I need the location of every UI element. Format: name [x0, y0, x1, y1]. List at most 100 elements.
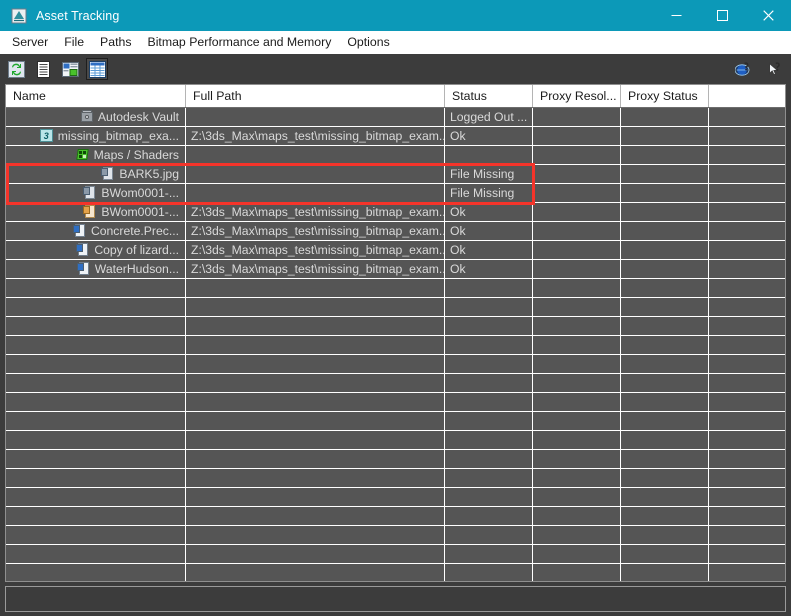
status-bar — [5, 586, 786, 612]
grid-body[interactable]: Autodesk Vault Logged Out ... 3 missing_bit… — [6, 108, 785, 581]
help-web-icon[interactable] — [732, 58, 754, 80]
table-row-empty[interactable] — [6, 336, 785, 355]
cell-empty — [6, 279, 186, 297]
menu-item-file[interactable]: File — [56, 33, 92, 52]
bitmap-file-icon — [72, 224, 87, 238]
cell-empty — [445, 355, 533, 373]
help-cursor-icon[interactable] — [763, 58, 785, 80]
cell-empty — [709, 507, 785, 525]
window-title: Asset Tracking — [36, 8, 120, 23]
column-header-full-path[interactable]: Full Path — [186, 85, 445, 107]
cell-name[interactable]: BWom0001-... — [6, 184, 186, 202]
cell-empty — [186, 317, 445, 335]
cell-empty — [709, 545, 785, 563]
list-view-icon[interactable] — [32, 58, 54, 80]
table-row-empty[interactable] — [6, 374, 785, 393]
cell-empty — [186, 507, 445, 525]
column-header-proxy-status[interactable]: Proxy Status — [621, 85, 709, 107]
cell-name[interactable]: Maps / Shaders — [6, 146, 186, 164]
table-row[interactable]: BWom0001-... Z:\3ds_Max\maps_test\missing… — [6, 203, 785, 222]
refresh-icon[interactable] — [5, 58, 27, 80]
table-row-empty[interactable] — [6, 545, 785, 564]
table-row-empty[interactable] — [6, 507, 785, 526]
menu-item-server[interactable]: Server — [4, 33, 56, 52]
minimize-button[interactable] — [653, 0, 699, 31]
cell-proxy-status — [621, 203, 709, 221]
cell-name[interactable]: Copy of lizard... — [6, 241, 186, 259]
cell-empty — [186, 336, 445, 354]
cell-empty — [186, 431, 445, 449]
table-row-empty[interactable] — [6, 564, 785, 581]
menu-item-options[interactable]: Options — [339, 33, 397, 52]
table-row-empty[interactable] — [6, 355, 785, 374]
cell-name[interactable]: BWom0001-... — [6, 203, 186, 221]
cell-empty — [445, 298, 533, 316]
grid-view-icon[interactable] — [86, 58, 108, 80]
cell-empty — [709, 317, 785, 335]
cell-empty — [6, 526, 186, 544]
cell-empty — [621, 317, 709, 335]
cell-name[interactable]: Concrete.Prec... — [6, 222, 186, 240]
table-row[interactable]: Autodesk Vault Logged Out ... — [6, 108, 785, 127]
cell-empty — [709, 450, 785, 468]
table-row-empty[interactable] — [6, 412, 785, 431]
table-row[interactable]: BWom0001-... File Missing — [6, 184, 785, 203]
cell-proxy-resolution — [533, 260, 621, 278]
table-row-empty[interactable] — [6, 298, 785, 317]
table-row-empty[interactable] — [6, 469, 785, 488]
cell-name[interactable]: WaterHudson... — [6, 260, 186, 278]
asset-tracking-window: Asset Tracking Server File Paths Bitmap … — [0, 0, 791, 616]
menu-item-bitmap-performance-and-memory[interactable]: Bitmap Performance and Memory — [140, 33, 340, 52]
cell-empty — [621, 393, 709, 411]
table-row-empty[interactable] — [6, 393, 785, 412]
table-row[interactable]: BARK5.jpg File Missing — [6, 165, 785, 184]
bitmap-file-icon — [76, 243, 90, 257]
cell-empty — [533, 279, 621, 297]
title-bar: Asset Tracking — [0, 0, 791, 31]
cell-empty — [533, 526, 621, 544]
close-button[interactable] — [745, 0, 791, 31]
cell-empty — [621, 545, 709, 563]
menu-bar: Server File Paths Bitmap Performance and… — [0, 31, 791, 54]
table-row-empty[interactable] — [6, 526, 785, 545]
grid-header-row: Name Full Path Status Proxy Resol... Pro… — [6, 85, 785, 108]
asset-name-label: BWom0001-... — [101, 186, 179, 200]
cell-empty — [445, 412, 533, 430]
cell-empty — [6, 355, 186, 373]
cell-empty — [186, 355, 445, 373]
cell-name[interactable]: BARK5.jpg — [6, 165, 186, 183]
cell-spare — [709, 203, 785, 221]
table-row-empty[interactable] — [6, 317, 785, 336]
cell-empty — [445, 336, 533, 354]
asset-name-label: Concrete.Prec... — [90, 224, 179, 238]
cell-status: Ok — [445, 222, 533, 240]
cell-spare — [709, 165, 785, 183]
cell-proxy-status — [621, 146, 709, 164]
cell-empty — [186, 412, 445, 430]
maximize-button[interactable] — [699, 0, 745, 31]
table-row[interactable]: Maps / Shaders — [6, 146, 785, 165]
paths-view-icon[interactable] — [59, 58, 81, 80]
cell-proxy-status — [621, 127, 709, 145]
table-row-empty[interactable] — [6, 488, 785, 507]
column-header-spare[interactable] — [709, 85, 785, 107]
table-row-empty[interactable] — [6, 450, 785, 469]
column-header-name[interactable]: Name — [6, 85, 186, 107]
cell-name[interactable]: 3 missing_bitmap_exa... — [6, 127, 186, 145]
cell-empty — [6, 336, 186, 354]
table-row[interactable]: Copy of lizard... Z:\3ds_Max\maps_test\mi… — [6, 241, 785, 260]
menu-item-paths[interactable]: Paths — [92, 33, 139, 52]
cell-empty — [445, 564, 533, 581]
table-row[interactable]: 3 missing_bitmap_exa... Z:\3ds_Max\maps_te… — [6, 127, 785, 146]
table-row-empty[interactable] — [6, 431, 785, 450]
column-header-status[interactable]: Status — [445, 85, 533, 107]
cell-name[interactable]: Autodesk Vault — [6, 108, 186, 126]
table-row[interactable]: Concrete.Prec... Z:\3ds_Max\maps_test\mis… — [6, 222, 785, 241]
table-row-empty[interactable] — [6, 279, 785, 298]
asset-tracking-icon — [11, 8, 27, 24]
cell-empty — [445, 317, 533, 335]
table-row[interactable]: WaterHudson... Z:\3ds_Max\maps_test\missi… — [6, 260, 785, 279]
column-header-proxy-resolution[interactable]: Proxy Resol... — [533, 85, 621, 107]
cell-empty — [445, 279, 533, 297]
window-controls — [653, 0, 791, 31]
